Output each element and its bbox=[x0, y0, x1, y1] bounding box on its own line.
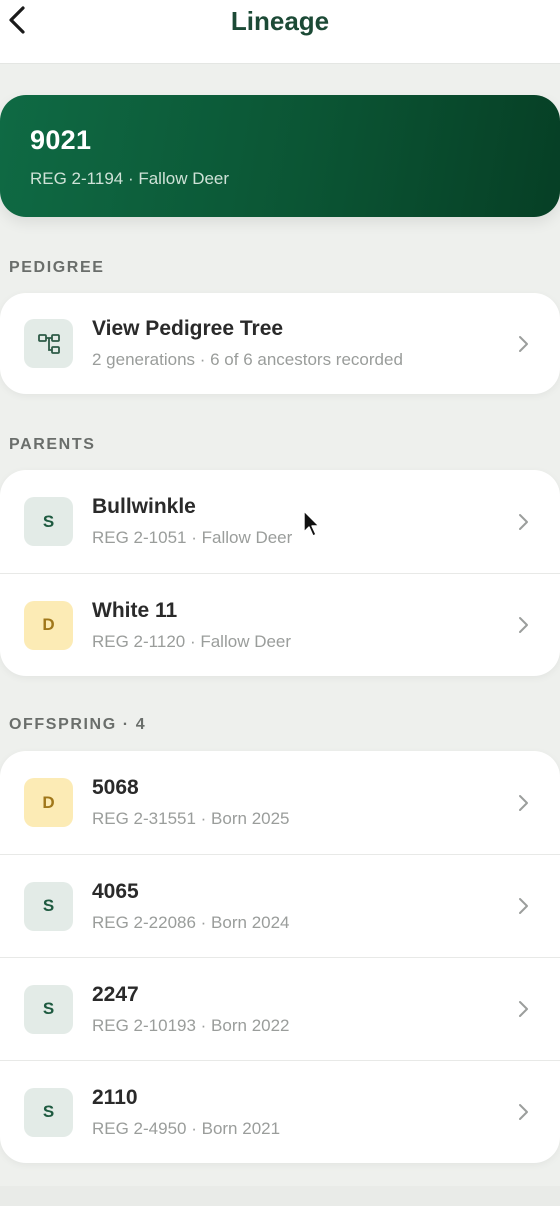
dam-badge: D bbox=[24, 778, 73, 827]
parent-row-dam[interactable]: D White 11 REG 2-1120 · Fallow Deer bbox=[0, 573, 560, 676]
offspring-subtitle: REG 2-10193 · Born 2022 bbox=[92, 1015, 290, 1035]
offspring-subtitle: REG 2-22086 · Born 2024 bbox=[92, 912, 290, 932]
pedigree-title: View Pedigree Tree bbox=[92, 317, 284, 340]
animal-summary-card: 9021 REG 2-1194 · Fallow Deer bbox=[0, 95, 560, 217]
chevron-left-icon bbox=[9, 6, 25, 34]
parents-card: S Bullwinkle REG 2-1051 · Fallow Deer D … bbox=[0, 470, 560, 676]
parent-name: White 11 bbox=[92, 598, 178, 622]
offspring-name: 2110 bbox=[92, 1085, 138, 1109]
offspring-row[interactable]: S 4065 REG 2-22086 · Born 2024 bbox=[0, 854, 560, 957]
offspring-name: 5068 bbox=[92, 776, 139, 799]
back-button[interactable] bbox=[2, 2, 32, 38]
nav-header: Lineage bbox=[0, 0, 560, 64]
pedigree-card: View Pedigree Tree 2 generations · 6 of … bbox=[0, 293, 560, 394]
offspring-name: 4065 bbox=[92, 879, 139, 903]
view-pedigree-tree-row[interactable]: View Pedigree Tree 2 generations · 6 of … bbox=[0, 293, 560, 394]
sire-badge: S bbox=[24, 497, 73, 546]
pedigree-tree-icon bbox=[24, 319, 73, 368]
sire-badge: S bbox=[24, 881, 73, 931]
parent-row-sire[interactable]: S Bullwinkle REG 2-1051 · Fallow Deer bbox=[0, 470, 560, 573]
offspring-subtitle: REG 2-31551 · Born 2025 bbox=[92, 809, 290, 828]
chevron-right-icon bbox=[519, 617, 528, 633]
chevron-right-icon bbox=[519, 1104, 528, 1120]
mouse-cursor-icon bbox=[303, 510, 320, 537]
parent-subtitle: REG 2-1120 · Fallow Deer bbox=[92, 631, 292, 651]
parent-subtitle: REG 2-1051 · Fallow Deer bbox=[92, 528, 293, 547]
sire-badge: S bbox=[24, 984, 73, 1034]
chevron-right-icon bbox=[519, 513, 528, 530]
chevron-right-icon bbox=[519, 898, 528, 914]
parents-section-label: PARENTS bbox=[9, 436, 96, 453]
offspring-row[interactable]: S 2110 REG 2-4950 · Born 2021 bbox=[0, 1060, 560, 1163]
offspring-row[interactable]: S 2247 REG 2-10193 · Born 2022 bbox=[0, 957, 560, 1060]
offspring-section-label: OFFSPRING · 4 bbox=[9, 716, 147, 733]
chevron-right-icon bbox=[519, 794, 528, 811]
chevron-right-icon bbox=[519, 335, 528, 352]
offspring-subtitle: REG 2-4950 · Born 2021 bbox=[92, 1118, 281, 1138]
page-title: Lineage bbox=[230, 6, 330, 36]
pedigree-subtitle: 2 generations · 6 of 6 ancestors recorde… bbox=[92, 350, 403, 369]
offspring-card: D 5068 REG 2-31551 · Born 2025 S 4065 RE… bbox=[0, 751, 560, 1163]
offspring-name: 2247 bbox=[92, 982, 139, 1006]
sire-badge: S bbox=[24, 1087, 73, 1137]
animal-name: 9021 bbox=[30, 125, 92, 155]
offspring-row[interactable]: D 5068 REG 2-31551 · Born 2025 bbox=[0, 751, 560, 854]
bottom-edge bbox=[0, 1186, 560, 1206]
chevron-right-icon bbox=[519, 1001, 528, 1017]
animal-subtitle: REG 2-1194 · Fallow Deer bbox=[30, 169, 230, 188]
pedigree-section-label: PEDIGREE bbox=[9, 259, 105, 276]
dam-badge: D bbox=[24, 600, 73, 650]
parent-name: Bullwinkle bbox=[92, 495, 196, 518]
